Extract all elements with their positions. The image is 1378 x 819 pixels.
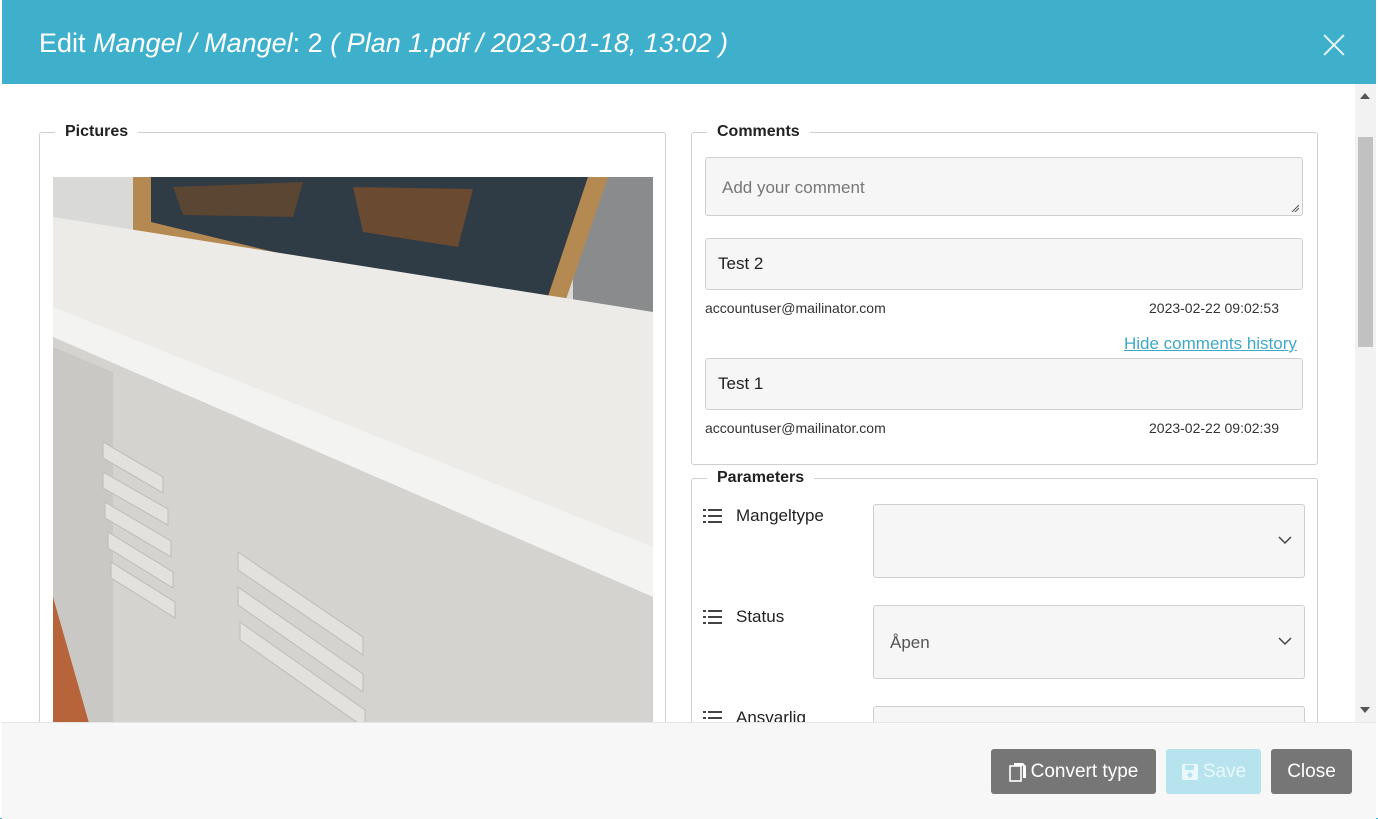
list-icon: [703, 509, 722, 523]
add-comment-input[interactable]: Add your comment: [705, 157, 1303, 216]
save-button[interactable]: Save: [1166, 749, 1261, 794]
dialog-footer: Convert type Save Close: [2, 722, 1376, 819]
scrollbar-thumb[interactable]: [1358, 137, 1373, 347]
chevron-down-icon: [1278, 637, 1292, 646]
title-type: Mangel / Mangel: [93, 28, 293, 58]
convert-type-button[interactable]: Convert type: [991, 749, 1156, 794]
status-select[interactable]: Åpen: [873, 605, 1305, 679]
param-row-ansvarlig: Ansvarlig: [703, 706, 1305, 722]
chevron-down-icon: [1278, 536, 1292, 545]
parameters-legend: Parameters: [717, 469, 805, 486]
list-icon: [703, 610, 722, 624]
comment-author: accountuser@mailinator.com: [705, 420, 886, 436]
title-plan-info: ( Plan 1.pdf / 2023-01-18, 13:02 ): [330, 28, 728, 58]
mangeltype-select[interactable]: [873, 504, 1305, 578]
scroll-up-icon[interactable]: [1360, 93, 1370, 99]
dialog-header: Edit Mangel / Mangel: 2 ( Plan 1.pdf / 2…: [2, 0, 1376, 84]
comment-item: Test 1: [705, 358, 1303, 410]
scroll-down-icon[interactable]: [1360, 707, 1370, 713]
comment-text: Test 2: [718, 254, 764, 273]
defect-photo[interactable]: [53, 177, 653, 722]
title-number: : 2: [292, 28, 331, 58]
title-prefix: Edit: [39, 28, 94, 58]
param-label: Status: [736, 607, 785, 626]
photo-image: [53, 177, 653, 722]
dialog-title: Edit Mangel / Mangel: 2 ( Plan 1.pdf / 2…: [39, 26, 728, 60]
close-label: Close: [1287, 760, 1336, 782]
hide-comments-history-link[interactable]: Hide comments history: [1124, 334, 1297, 354]
param-label: Mangeltype: [736, 506, 824, 525]
floppy-disk-icon: [1181, 763, 1198, 780]
comment-timestamp: 2023-02-22 09:02:39: [1149, 420, 1279, 436]
comment-text: Test 1: [718, 374, 764, 393]
param-row-status: Status Åpen: [703, 605, 1305, 681]
close-icon[interactable]: [1322, 33, 1346, 57]
list-icon: [703, 711, 722, 719]
vertical-scrollbar[interactable]: [1355, 84, 1376, 722]
close-button[interactable]: Close: [1271, 749, 1352, 794]
select-value: Åpen: [890, 633, 930, 652]
dialog-body: Pictures Comments Add your comment Test …: [2, 84, 1376, 722]
save-label: Save: [1202, 760, 1247, 782]
copy-icon: [1008, 762, 1026, 782]
comments-legend: Comments: [717, 123, 800, 140]
param-row-mangeltype: Mangeltype: [703, 504, 1305, 580]
comment-author: accountuser@mailinator.com: [705, 300, 886, 316]
edit-dialog: Edit Mangel / Mangel: 2 ( Plan 1.pdf / 2…: [0, 0, 1378, 819]
convert-type-label: Convert type: [1030, 760, 1139, 782]
comment-timestamp: 2023-02-22 09:02:53: [1149, 300, 1279, 316]
pictures-legend: Pictures: [65, 123, 129, 140]
comment-placeholder: Add your comment: [722, 178, 865, 197]
ansvarlig-select[interactable]: [873, 706, 1305, 722]
param-label: Ansvarlig: [736, 708, 806, 722]
resize-handle-icon[interactable]: [1291, 204, 1299, 212]
comment-item: Test 2: [705, 238, 1303, 290]
